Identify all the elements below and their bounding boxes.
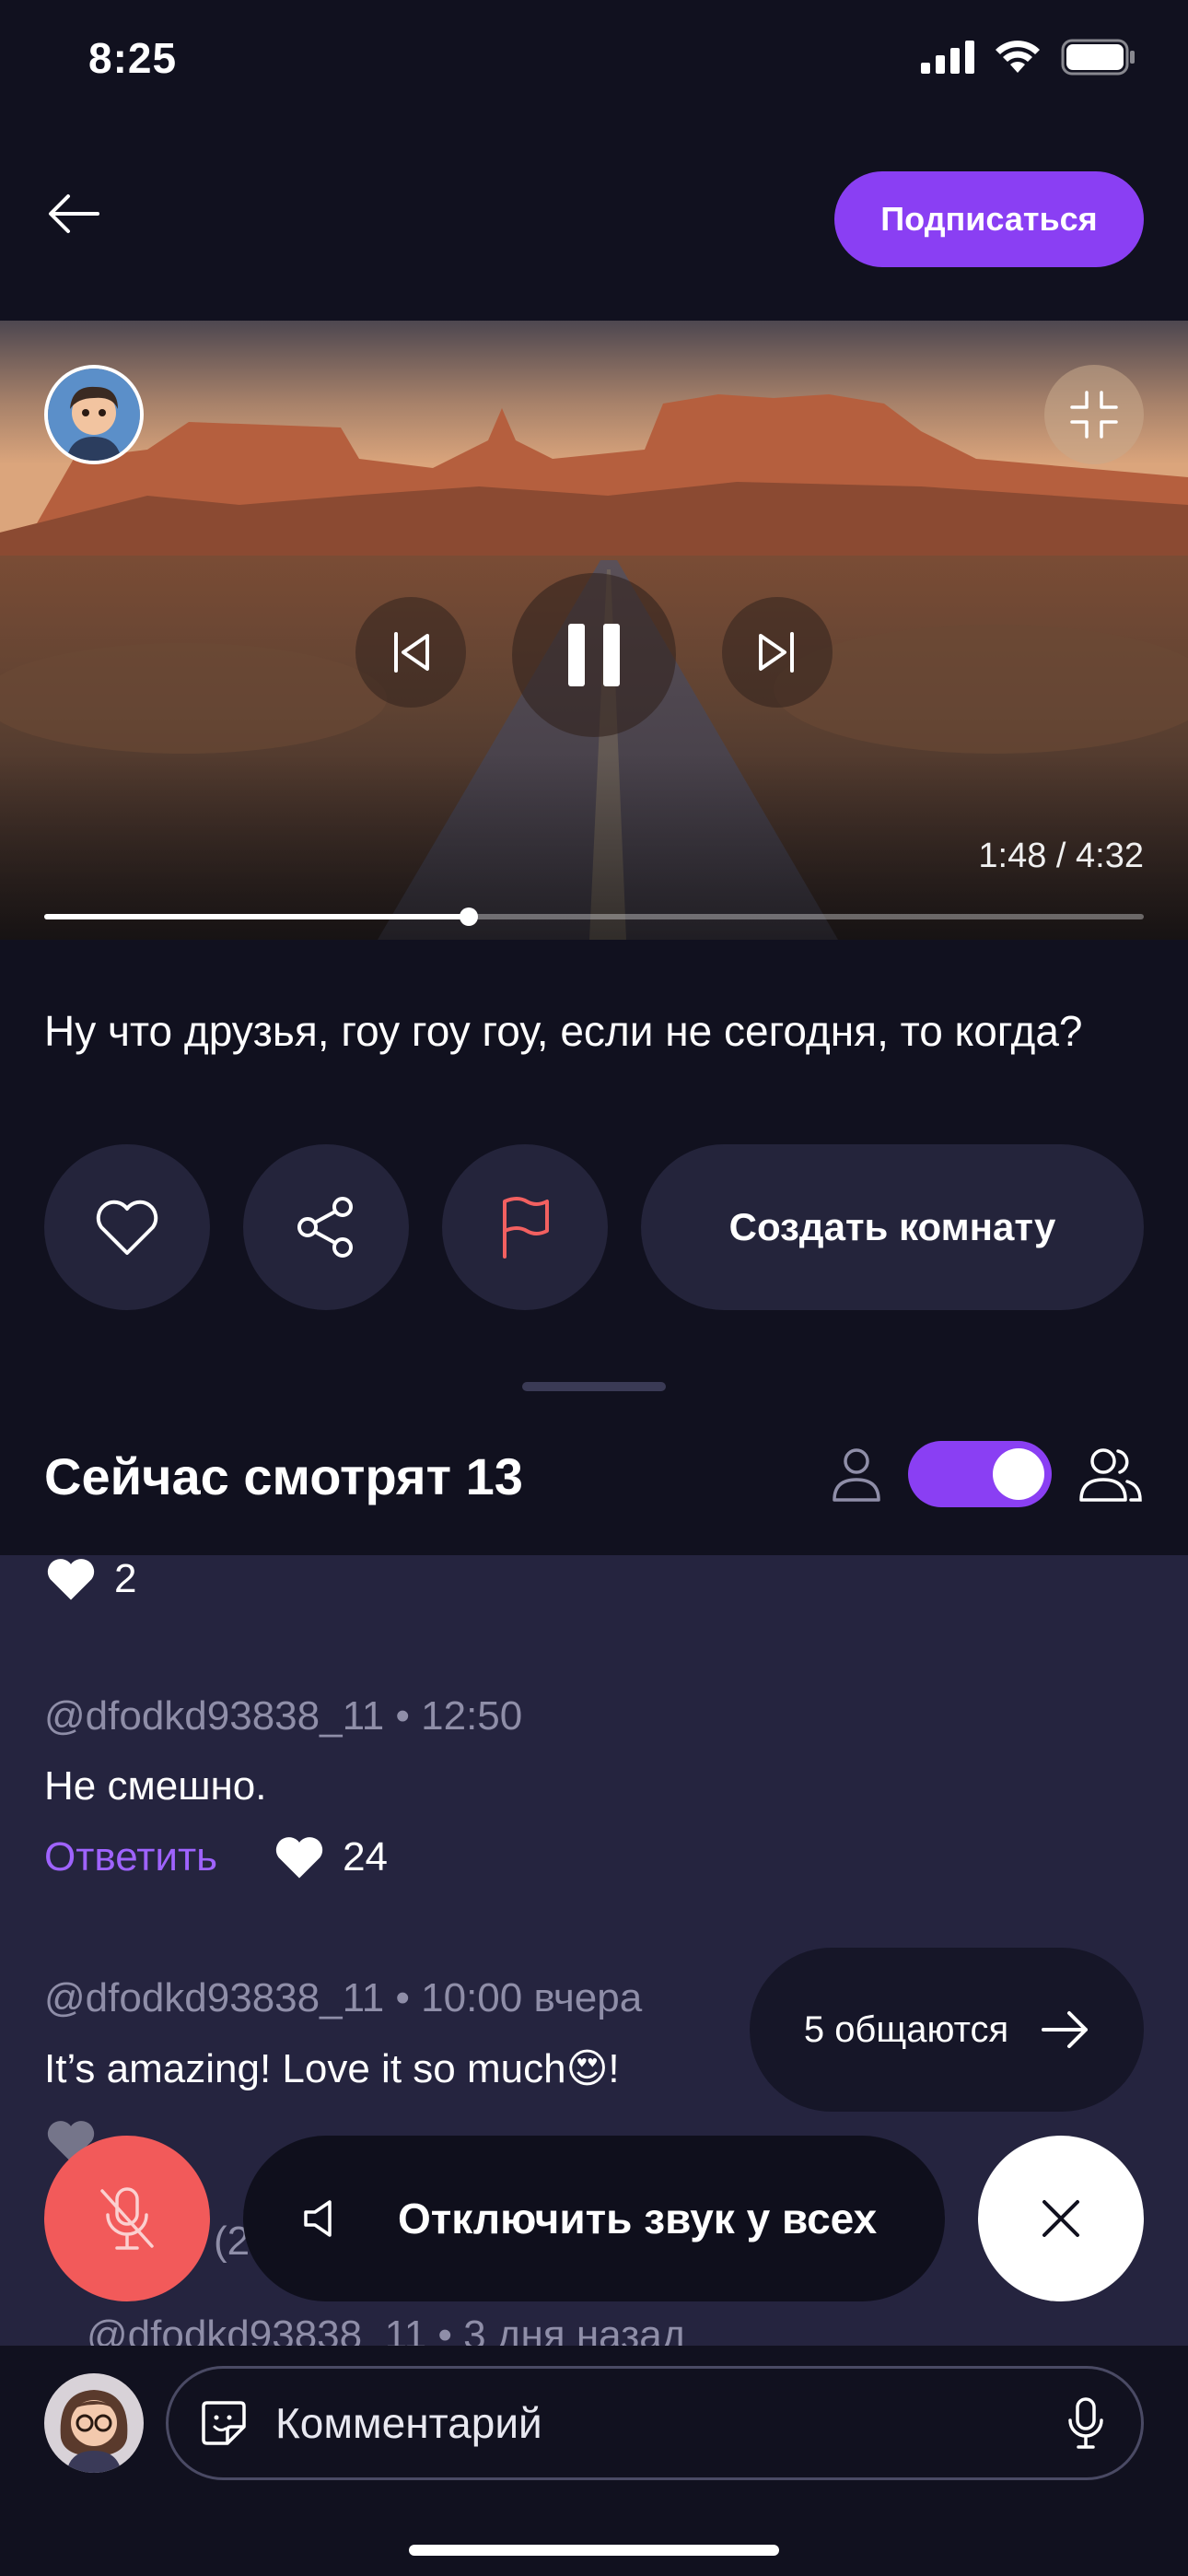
video-player[interactable]: 1:48 / 4:32 bbox=[0, 321, 1188, 940]
home-indicator bbox=[409, 2545, 779, 2556]
mute-all-label: Отключить звук у всех bbox=[398, 2195, 878, 2242]
cellular-signal-icon bbox=[921, 41, 974, 74]
sticker-icon[interactable] bbox=[200, 2399, 248, 2447]
avatar-image bbox=[44, 2373, 144, 2473]
progress-knob[interactable] bbox=[459, 907, 478, 926]
collapse-button[interactable] bbox=[1044, 365, 1144, 464]
reply-link[interactable]: Ответить bbox=[44, 1834, 217, 1880]
create-room-button[interactable]: Создать комнату bbox=[641, 1144, 1144, 1310]
switch-knob bbox=[993, 1448, 1044, 1500]
people-icon[interactable] bbox=[1077, 1445, 1144, 1504]
arrow-left-icon bbox=[49, 194, 99, 233]
mic-off-button[interactable] bbox=[44, 2136, 210, 2301]
progress-bar[interactable] bbox=[44, 907, 1144, 926]
header: Подписаться bbox=[0, 120, 1188, 321]
likes-count: 2 bbox=[114, 1556, 137, 1601]
heart-icon bbox=[96, 1200, 158, 1255]
comment-text: Не смешно. bbox=[44, 1763, 267, 1809]
back-button[interactable] bbox=[44, 184, 103, 243]
drag-handle[interactable] bbox=[522, 1382, 666, 1391]
pause-icon bbox=[568, 624, 620, 686]
speaker-icon bbox=[302, 2198, 339, 2239]
comment-bar: Комментарий bbox=[0, 2346, 1188, 2576]
comment-likes[interactable]: 2 bbox=[44, 1555, 136, 1603]
comment-meta: @dfodkd93838_11 • 12:50 bbox=[44, 1693, 523, 1739]
close-button[interactable] bbox=[978, 2136, 1144, 2301]
share-icon bbox=[297, 1197, 353, 1258]
comment-actions: Ответить 24 bbox=[44, 1833, 388, 1881]
video-info: Ну что друзья, гоу гоу гоу, если не сего… bbox=[0, 940, 1188, 1555]
comment-meta: @dfodkd93838_11 • 3 дня назад bbox=[87, 2313, 686, 2346]
heart-filled-icon[interactable] bbox=[273, 1833, 326, 1881]
collapse-icon bbox=[1070, 391, 1118, 439]
status-icons bbox=[921, 39, 1136, 76]
likes-count: 24 bbox=[343, 1834, 389, 1879]
progress-fill bbox=[44, 914, 469, 919]
close-icon bbox=[1042, 2200, 1079, 2237]
user-avatar[interactable] bbox=[44, 2373, 144, 2473]
subscribe-button[interactable]: Подписаться bbox=[834, 171, 1144, 267]
avatar-image bbox=[48, 369, 140, 461]
next-button[interactable] bbox=[722, 597, 833, 708]
status-bar: 8:25 bbox=[0, 0, 1188, 120]
previous-button[interactable] bbox=[355, 597, 466, 708]
status-time: 8:25 bbox=[88, 34, 178, 82]
wifi-icon bbox=[996, 41, 1040, 73]
comment-text: It’s amazing! Love it so much😍! bbox=[44, 2046, 620, 2091]
mic-off-icon bbox=[100, 2187, 154, 2250]
mic-icon[interactable] bbox=[1067, 2396, 1104, 2450]
view-mode-toggle[interactable] bbox=[831, 1441, 1144, 1507]
chatting-count-button[interactable]: 5 общаются bbox=[750, 1948, 1144, 2112]
watching-count-title: Сейчас смотрят 13 bbox=[44, 1447, 523, 1505]
comment-meta: @dfodkd93838_11 • 10:00 вчера bbox=[44, 1975, 643, 2020]
skip-previous-icon bbox=[394, 632, 429, 673]
report-button[interactable] bbox=[442, 1144, 608, 1310]
mute-all-button[interactable]: Отключить звук у всех bbox=[243, 2136, 945, 2301]
like-button[interactable] bbox=[44, 1144, 210, 1310]
comment-input[interactable]: Комментарий bbox=[166, 2366, 1144, 2480]
video-title: Ну что друзья, гоу гоу гоу, если не сего… bbox=[44, 1007, 1083, 1055]
flag-icon bbox=[503, 1197, 549, 1259]
comment-placeholder: Комментарий bbox=[275, 2399, 542, 2447]
arrow-right-icon bbox=[1042, 2011, 1089, 2048]
share-button[interactable] bbox=[243, 1144, 409, 1310]
playback-time: 1:48 / 4:32 bbox=[978, 837, 1144, 875]
person-icon[interactable] bbox=[831, 1445, 882, 1504]
view-mode-switch[interactable] bbox=[908, 1441, 1052, 1507]
author-avatar[interactable] bbox=[44, 365, 144, 464]
battery-icon bbox=[1061, 39, 1135, 76]
pause-button[interactable] bbox=[512, 573, 676, 737]
chatting-count-label: 5 общаются bbox=[803, 2008, 1009, 2050]
skip-next-icon bbox=[759, 632, 794, 673]
heart-filled-icon bbox=[47, 1559, 95, 1600]
